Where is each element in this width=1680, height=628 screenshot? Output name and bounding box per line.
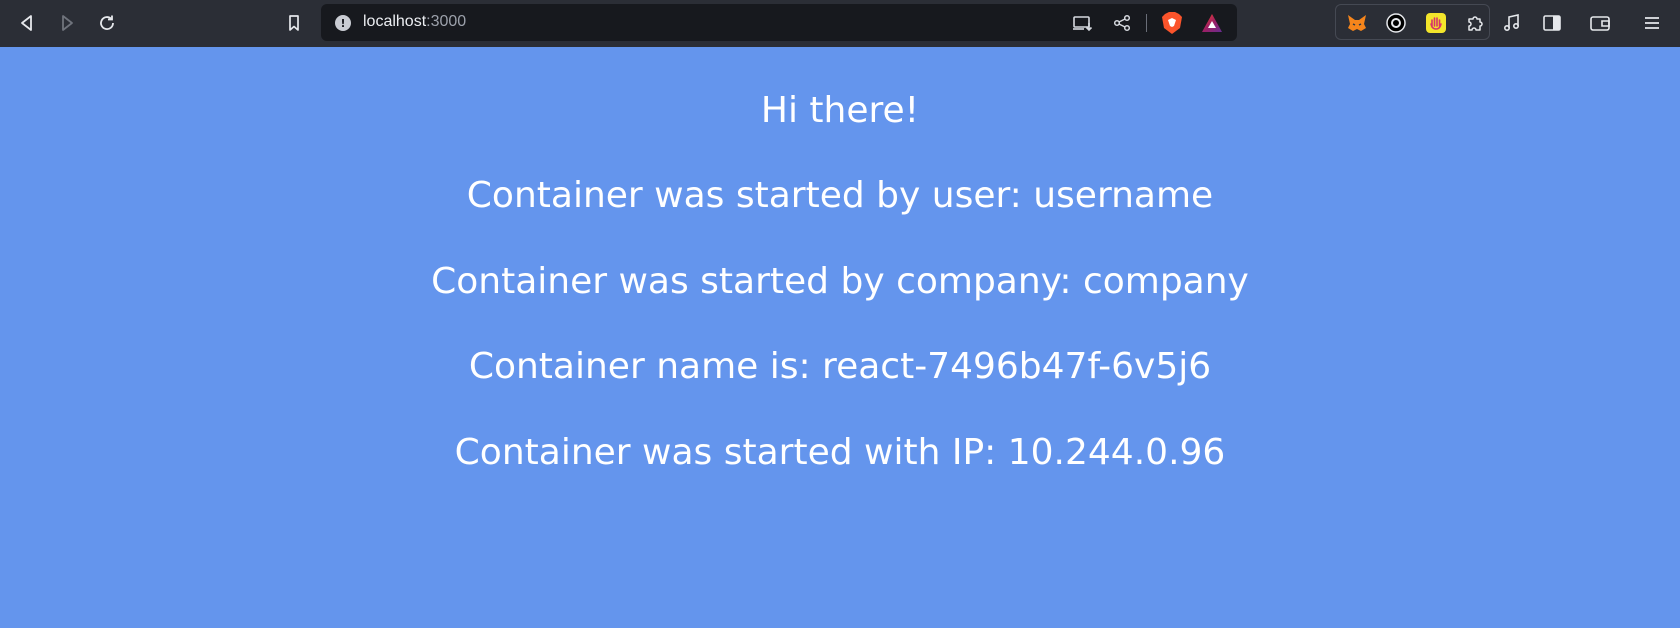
url-divider: [1146, 14, 1147, 32]
brave-rewards-icon[interactable]: [1197, 8, 1227, 38]
extensions-puzzle-icon[interactable]: [1460, 8, 1490, 38]
company-line: Container was started by company: compan…: [431, 261, 1249, 302]
user-line: Container was started by user: username: [466, 175, 1214, 216]
metamask-icon[interactable]: [1342, 8, 1372, 38]
site-info-icon[interactable]: !: [335, 15, 351, 31]
greeting-heading: Hi there!: [760, 90, 920, 131]
forward-icon[interactable]: [52, 8, 82, 38]
menu-icon[interactable]: [1637, 8, 1667, 38]
reload-icon[interactable]: [92, 8, 122, 38]
wallet-icon[interactable]: [1585, 8, 1615, 38]
extension-hand-icon[interactable]: [1421, 8, 1451, 38]
bookmark-icon[interactable]: [279, 8, 309, 38]
share-icon[interactable]: [1107, 8, 1137, 38]
sidebar-icon[interactable]: [1537, 8, 1567, 38]
url-host: localhost: [363, 13, 427, 30]
brave-shields-icon[interactable]: [1157, 8, 1187, 38]
extension-circle-icon[interactable]: [1381, 8, 1411, 38]
extensions-group: [1335, 4, 1490, 40]
install-app-icon[interactable]: [1068, 8, 1098, 38]
address-bar[interactable]: ! localhost:3000: [321, 4, 1237, 41]
browser-toolbar: ! localhost:3000: [0, 0, 1680, 47]
url-port: :3000: [426, 13, 467, 30]
page-content: Hi there! Container was started by user:…: [0, 47, 1680, 628]
container-name-line: Container name is: react-7496b47f-6v5j6: [468, 346, 1212, 387]
media-music-icon[interactable]: [1497, 8, 1527, 38]
url-text[interactable]: localhost:3000: [363, 13, 466, 31]
back-icon[interactable]: [12, 8, 42, 38]
container-ip-line: Container was started with IP: 10.244.0.…: [454, 432, 1226, 473]
